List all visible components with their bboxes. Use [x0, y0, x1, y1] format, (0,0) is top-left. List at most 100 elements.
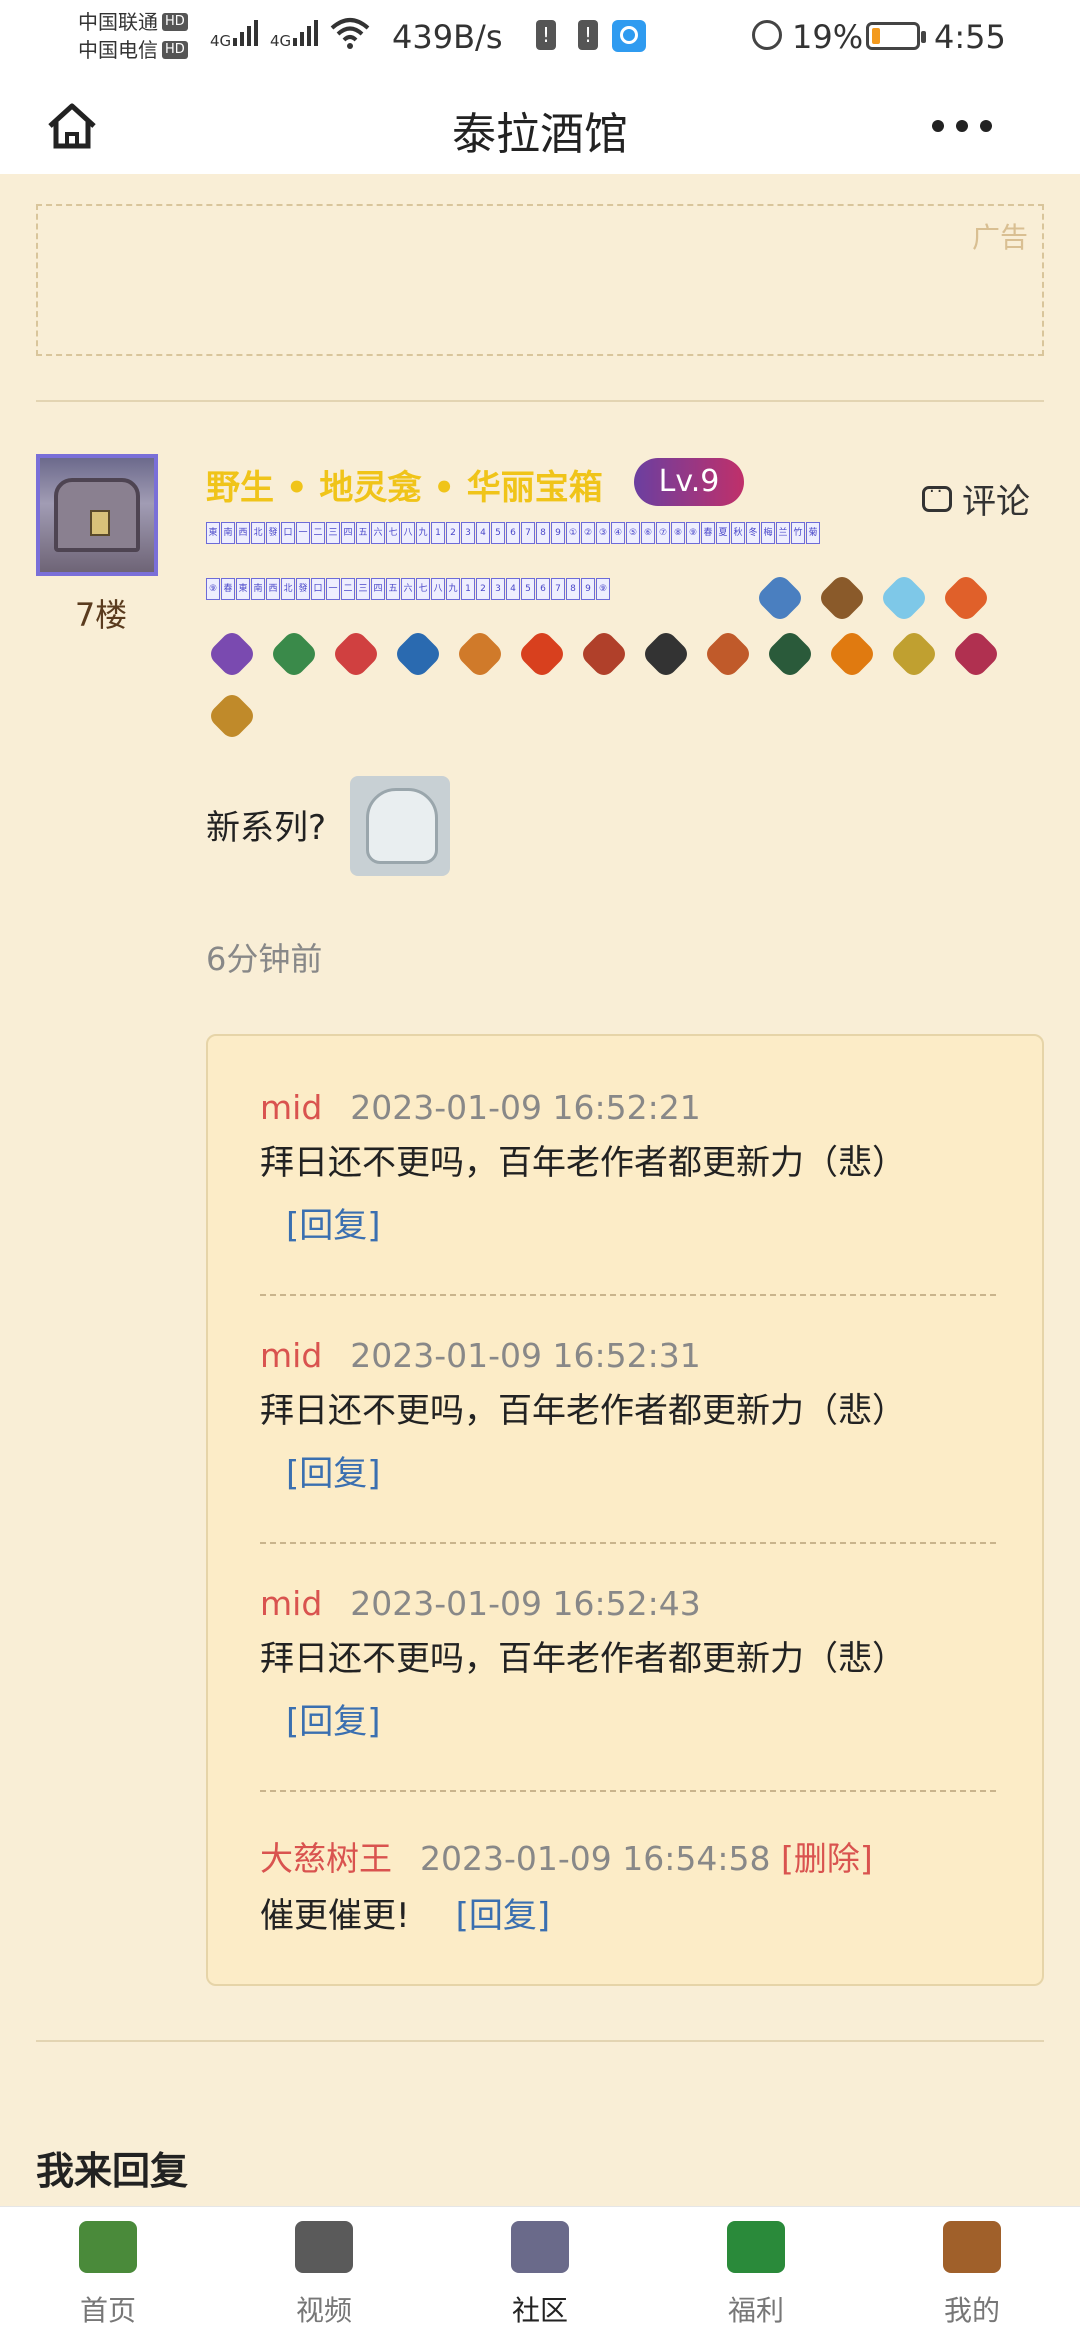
nav-item[interactable]: 首页	[0, 2207, 216, 2340]
mahjong-tile-icon: 2	[446, 522, 460, 544]
mahjong-tile-icon: 9	[551, 522, 565, 544]
reply-author[interactable]: 大慈树王	[260, 1839, 392, 1878]
mahjong-tile-icon: 5	[521, 578, 535, 600]
battery-percent: 19%	[792, 18, 864, 56]
mahjong-tile-icon: 3	[491, 578, 505, 600]
mahjong-tile-icon: 口	[311, 578, 325, 600]
mahjong-tile-icon: 6	[536, 578, 550, 600]
comment-label: 评论	[962, 482, 1030, 522]
nav-label: 福利	[727, 2294, 784, 2327]
reply-button[interactable]: [回复]	[286, 1198, 381, 1247]
trophy-icon	[578, 628, 630, 680]
mahjong-tile-icon: 春	[701, 522, 715, 544]
notification-icon: !	[536, 20, 556, 50]
reply-button[interactable]: [回复]	[456, 1896, 551, 1936]
tv-icon	[295, 2221, 353, 2273]
page-title: 泰拉酒馆	[452, 109, 628, 160]
nav-item[interactable]: 社区	[432, 2207, 648, 2340]
red-feather-icon	[516, 628, 568, 680]
mahjong-tile-icon: 菊	[806, 522, 820, 544]
mahjong-tile-icon: 1	[461, 578, 475, 600]
mahjong-tile-icon: ⑦	[656, 522, 670, 544]
carrier-2: 中国电信	[78, 38, 158, 62]
fire-ring-icon	[826, 628, 878, 680]
mahjong-tile-icon: 口	[281, 522, 295, 544]
mahjong-tile-icon: ③	[596, 522, 610, 544]
reply-list: mid 2023-01-09 16:52:21 拜日还不更吗，百年老作者都更新力（…	[206, 1034, 1044, 1986]
username[interactable]: 野生 • 地灵龛 • 华丽宝箱	[206, 460, 603, 509]
reply-time: 2023-01-09 16:52:43	[350, 1584, 701, 1623]
post-text: 新系列?	[206, 808, 327, 848]
mahjong-tile-icon: 二	[311, 522, 325, 544]
mahjong-tile-icon: 8	[536, 522, 550, 544]
guide-avatar-icon	[943, 2221, 1001, 2273]
reply-item: mid 2023-01-09 16:52:21 拜日还不更吗，百年老作者都更新力（…	[260, 1088, 996, 1247]
comment-button[interactable]: 评论	[922, 474, 1030, 523]
gift-icon	[727, 2221, 785, 2273]
reply-divider	[260, 1294, 996, 1296]
carrier-1: 中国联通	[78, 10, 158, 34]
chest-icon	[54, 478, 140, 552]
mahjong-tile-icon: 南	[221, 522, 235, 544]
mahjong-tile-icon: 九	[416, 522, 430, 544]
reply-text: 催更催更!	[260, 1896, 410, 1936]
mahjong-tile-icon: 秋	[731, 522, 745, 544]
reply-author[interactable]: mid	[260, 1088, 322, 1127]
reply-item: mid 2023-01-09 16:52:31 拜日还不更吗，百年老作者都更新力（…	[260, 1336, 996, 1495]
ad-banner[interactable]: 广告	[36, 204, 1044, 356]
mahjong-tile-icon: 八	[431, 578, 445, 600]
nav-item[interactable]: 我的	[864, 2207, 1080, 2340]
mahjong-tile-icon: 2	[476, 578, 490, 600]
nav-label: 社区	[511, 2294, 568, 2327]
mahjong-tile-icon: 二	[341, 578, 355, 600]
mahjong-tile-icon: 南	[251, 578, 265, 600]
black-feather-icon	[640, 628, 692, 680]
mahjong-tile-icon: 四	[341, 522, 355, 544]
avatar[interactable]	[36, 454, 158, 576]
mahjong-tile-icon: ⑨	[596, 578, 610, 600]
mahjong-tile-icon: 兰	[776, 522, 790, 544]
mahjong-tile-icon: 夏	[716, 522, 730, 544]
mahjong-tile-icon: 五	[386, 578, 400, 600]
ad-label: 广告	[971, 221, 1028, 254]
divider	[36, 2040, 1044, 2042]
mahjong-tiles-row-2: ⑨春東南西北發口一二三四五六七八九123456789⑨	[206, 578, 610, 600]
reply-button[interactable]: [回复]	[286, 1694, 381, 1743]
reply-divider	[260, 1542, 996, 1544]
reply-text: 拜日还不更吗，百年老作者都更新力（悲）	[260, 1391, 906, 1431]
mahjong-tiles-row-1: 東南西北發口一二三四五六七八九123456789①②③④⑤⑥⑦⑧⑨春夏秋冬梅兰竹…	[206, 522, 820, 544]
mahjong-tile-icon: 8	[566, 578, 580, 600]
mahjong-tile-icon: 西	[266, 578, 280, 600]
mahjong-tile-icon: 五	[356, 522, 370, 544]
badge-row-2	[206, 628, 1006, 680]
level-badge: Lv.9	[634, 458, 744, 506]
reply-item: 大慈树王 2023-01-09 16:54:58 [删除] 催更催更! [回复]	[260, 1832, 996, 1937]
nav-label: 我的	[943, 2294, 1000, 2327]
reply-time: 2023-01-09 16:52:31	[350, 1336, 701, 1375]
more-dots-icon[interactable]	[924, 104, 1000, 148]
mahjong-tile-icon: 竹	[791, 522, 805, 544]
mahjong-tile-icon: 6	[506, 522, 520, 544]
mahjong-tile-icon: 北	[281, 578, 295, 600]
dark-feather-icon	[764, 628, 816, 680]
delete-button[interactable]: [删除]	[781, 1839, 873, 1878]
nav-item[interactable]: 福利	[648, 2207, 864, 2340]
post-time: 6分钟前	[206, 940, 323, 978]
reply-author[interactable]: mid	[260, 1584, 322, 1623]
mahjong-tile-icon: 7	[551, 578, 565, 600]
reply-text: 拜日还不更吗，百年老作者都更新力（悲）	[260, 1639, 906, 1679]
mahjong-tile-icon: 九	[446, 578, 460, 600]
signboard-icon	[511, 2221, 569, 2273]
eye-icon	[950, 628, 1002, 680]
reply-button[interactable]: [回复]	[286, 1446, 381, 1495]
nav-label: 视频	[295, 2294, 352, 2327]
nav-item[interactable]: 视频	[216, 2207, 432, 2340]
hd-badge-1: HD	[162, 13, 188, 31]
nav-label: 首页	[79, 2294, 136, 2327]
mahjong-tile-icon: 3	[461, 522, 475, 544]
battery-icon	[866, 22, 926, 50]
feather-icon	[878, 572, 930, 624]
mahjong-tile-icon: 六	[371, 522, 385, 544]
mahjong-tile-icon: 三	[326, 522, 340, 544]
reply-author[interactable]: mid	[260, 1336, 322, 1375]
